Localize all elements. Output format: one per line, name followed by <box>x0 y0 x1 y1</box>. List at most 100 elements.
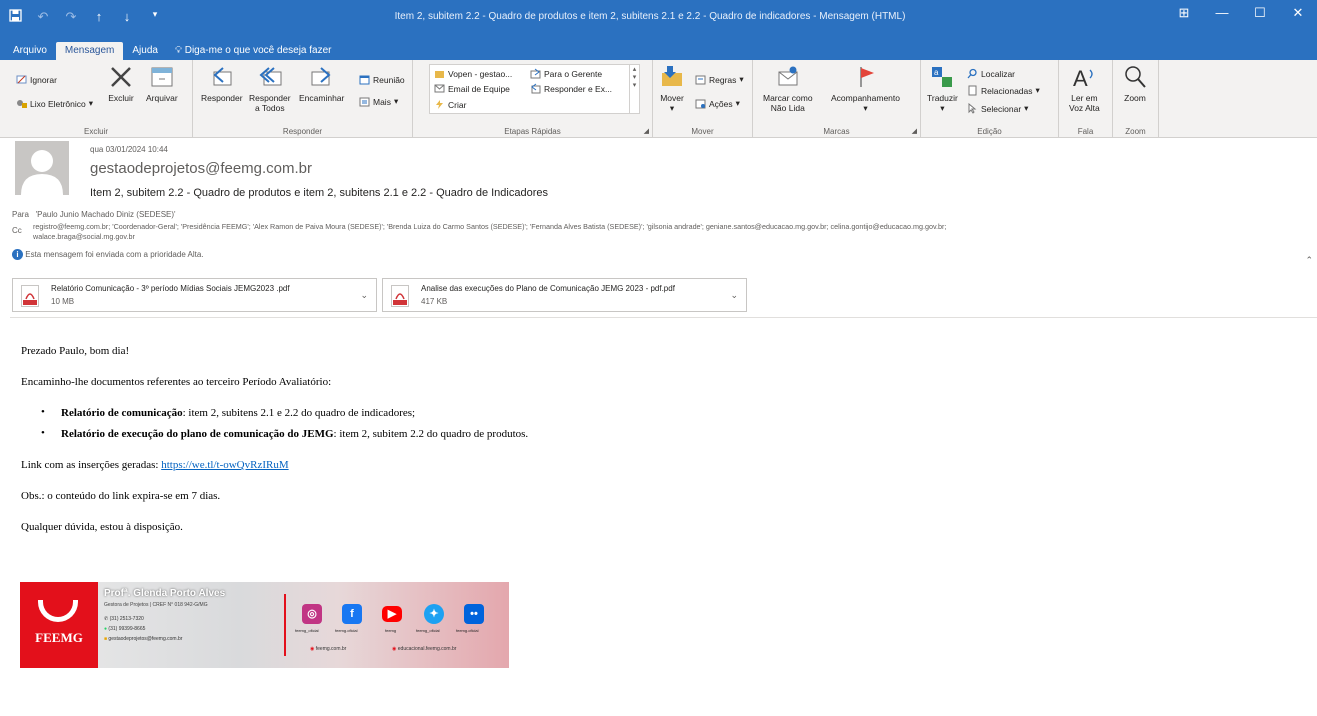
select-button[interactable]: Selecionar ▾ <box>967 102 1028 114</box>
link-paragraph: Link com as inserções geradas: https://w… <box>21 459 289 471</box>
priority-notice: i Esta mensagem foi enviada com a priori… <box>12 249 204 260</box>
translate-button[interactable]: a Traduzir ▾ <box>927 64 958 113</box>
group-label-fala: Fala <box>1077 127 1094 136</box>
junk-button[interactable]: Lixo Eletrônico ▾ <box>16 98 93 109</box>
maximize-button[interactable]: ☐ <box>1241 5 1279 21</box>
down-arrow-icon[interactable]: ↓ <box>120 9 134 25</box>
to-line: Para 'Paulo Junio Machado Diniz (SEDESE)… <box>12 210 176 219</box>
forward-small-icon <box>530 68 541 79</box>
archive-button[interactable]: Arquivar <box>146 64 178 103</box>
close-button[interactable]: ✕ <box>1279 5 1317 21</box>
collapse-header-icon[interactable]: ⌃ <box>1305 255 1313 266</box>
zoom-button[interactable]: Zoom <box>1122 64 1148 103</box>
attachment-item[interactable]: Relatório Comunicação - 3º período Mídia… <box>12 278 377 312</box>
phone-2: ● (31) 99399-8665 <box>104 626 146 632</box>
reply-all-button[interactable]: Responder a Todos <box>249 64 291 113</box>
rules-icon <box>695 74 706 85</box>
up-arrow-icon[interactable]: ↑ <box>92 9 106 25</box>
quick-step-vopen[interactable]: Vopen - gestao... <box>434 68 512 79</box>
find-button[interactable]: Localizar <box>967 68 1015 79</box>
chevron-down-icon: ▾ <box>669 103 675 113</box>
tab-mensagem[interactable]: Mensagem <box>55 42 124 60</box>
ignore-button[interactable]: Ignorar <box>16 74 57 85</box>
list-item: Relatório de comunicação: item 2, subite… <box>41 406 528 419</box>
dialog-launcher-icon[interactable]: ◢ <box>912 127 917 135</box>
move-button[interactable]: Mover ▾ <box>659 64 685 113</box>
mark-unread-button[interactable]: Marcar como Não Lida <box>763 64 813 113</box>
undo-icon[interactable]: ↶ <box>36 9 50 25</box>
cc-label: Cc <box>12 226 22 235</box>
chevron-down-icon: ▾ <box>393 96 399 106</box>
customize-icon[interactable]: ▾ <box>148 9 162 25</box>
forward-button[interactable]: Encaminhar <box>299 64 344 103</box>
chevron-down-icon: ▾ <box>735 98 740 108</box>
ribbon: Ignorar Lixo Eletrônico ▾ Excluir Arquiv… <box>0 60 1317 138</box>
tab-ajuda[interactable]: Ajuda <box>123 42 167 60</box>
junk-icon <box>16 98 27 109</box>
to-recipients[interactable]: 'Paulo Junio Machado Diniz (SEDESE)' <box>36 210 176 219</box>
ribbon-display-icon[interactable]: ⊞ <box>1165 5 1203 21</box>
signature-role: Gestora de Projetos | CREF N° 018 942-G/… <box>104 602 208 608</box>
closing-paragraph: Qualquer dúvida, estou à disposição. <box>21 521 183 533</box>
search-icon <box>967 68 978 79</box>
save-icon[interactable] <box>8 9 22 25</box>
educational-link[interactable]: ◉ educacional.feemg.com.br <box>392 646 456 652</box>
cc-recipients-cont[interactable]: walace.braga@social.mg.gov.br <box>33 232 135 241</box>
email-signature: FEEMG Profª. Glenda Porto Alves Gestora … <box>20 582 509 668</box>
group-label-edicao: Edição <box>977 127 1002 136</box>
group-label-etapas: Etapas Rápidas <box>504 127 561 136</box>
quick-step-equipe[interactable]: Email de Equipe <box>434 83 510 94</box>
meeting-button[interactable]: Reunião <box>359 74 405 85</box>
facebook-icon[interactable]: f <box>342 604 362 624</box>
chevron-down-icon[interactable]: ⌄ <box>730 290 738 301</box>
translate-icon: a <box>932 67 953 87</box>
intro-paragraph: Encaminho-lhe documentos referentes ao t… <box>21 376 332 388</box>
group-label-mover: Mover <box>691 127 714 136</box>
related-button[interactable]: Relacionadas ▾ <box>967 85 1040 96</box>
reply-button[interactable]: Responder <box>201 64 243 103</box>
follow-up-button[interactable]: Acompanhamento ▾ <box>831 64 900 113</box>
actions-icon <box>695 98 706 109</box>
instagram-icon[interactable]: ◎ <box>302 604 322 624</box>
social-label: feemg <box>385 628 397 633</box>
quick-step-gerente[interactable]: Para o Gerente <box>530 68 602 79</box>
group-marcas: Marcar como Não Lida Acompanhamento ▾ Ma… <box>753 60 921 138</box>
flickr-icon[interactable]: •• <box>464 604 484 624</box>
message-body: Prezado Paulo, bom dia! Encaminho-lhe do… <box>21 345 528 552</box>
info-icon: i <box>12 249 23 260</box>
twitter-icon[interactable]: ✦ <box>424 604 444 624</box>
website-link[interactable]: ◉ feemg.com.br <box>310 646 346 652</box>
rules-button[interactable]: Regras ▾ <box>695 74 744 85</box>
gallery-scrollbar[interactable]: ▴ ▾ ▾ <box>629 65 639 113</box>
greeting: Prezado Paulo, bom dia! <box>21 345 130 357</box>
quick-step-responder[interactable]: Responder e Ex... <box>530 83 612 94</box>
actions-button[interactable]: Ações ▾ <box>695 98 740 109</box>
sender-address[interactable]: gestaodeprojetos@feemg.com.br <box>90 160 312 177</box>
header-divider <box>10 317 1317 318</box>
reply-icon <box>213 67 232 86</box>
chevron-down-icon: ▾ <box>863 103 868 113</box>
tell-me-search[interactable]: 💡︎ Diga-me o que você deseja fazer <box>167 42 340 60</box>
document-list: Relatório de comunicação: item 2, subite… <box>41 406 528 440</box>
more-button[interactable]: Mais ▾ <box>359 96 398 107</box>
youtube-icon[interactable]: ▶ <box>382 606 402 622</box>
logo-text: FEEMG <box>35 630 83 645</box>
attachment-item[interactable]: Analise das execuções do Plano de Comuni… <box>382 278 747 312</box>
chevron-down-icon: ▾ <box>739 74 744 84</box>
folder-icon <box>434 68 445 79</box>
chevron-down-icon: ▾ <box>1035 85 1040 95</box>
minimize-button[interactable]: — <box>1203 5 1241 21</box>
wetransfer-link[interactable]: https://we.tl/t-owQvRzIRuM <box>161 459 288 471</box>
redo-icon[interactable]: ↷ <box>64 9 78 25</box>
read-aloud-button[interactable]: A Ler em Voz Alta <box>1069 64 1100 113</box>
group-label-responder: Responder <box>282 127 323 136</box>
list-item: Relatório de execução do plano de comuni… <box>41 427 528 440</box>
quick-step-criar[interactable]: Criar <box>434 99 466 110</box>
social-label: feemg_oficial <box>416 628 440 633</box>
social-label: feemg_oficial <box>295 628 319 633</box>
dialog-launcher-icon[interactable]: ◢ <box>644 127 649 135</box>
chevron-down-icon[interactable]: ⌄ <box>360 290 368 301</box>
delete-button[interactable]: Excluir <box>108 64 134 103</box>
cc-recipients[interactable]: registro@feemg.com.br; 'Coordenador-Gera… <box>33 222 946 231</box>
tab-arquivo[interactable]: Arquivo <box>4 42 56 60</box>
